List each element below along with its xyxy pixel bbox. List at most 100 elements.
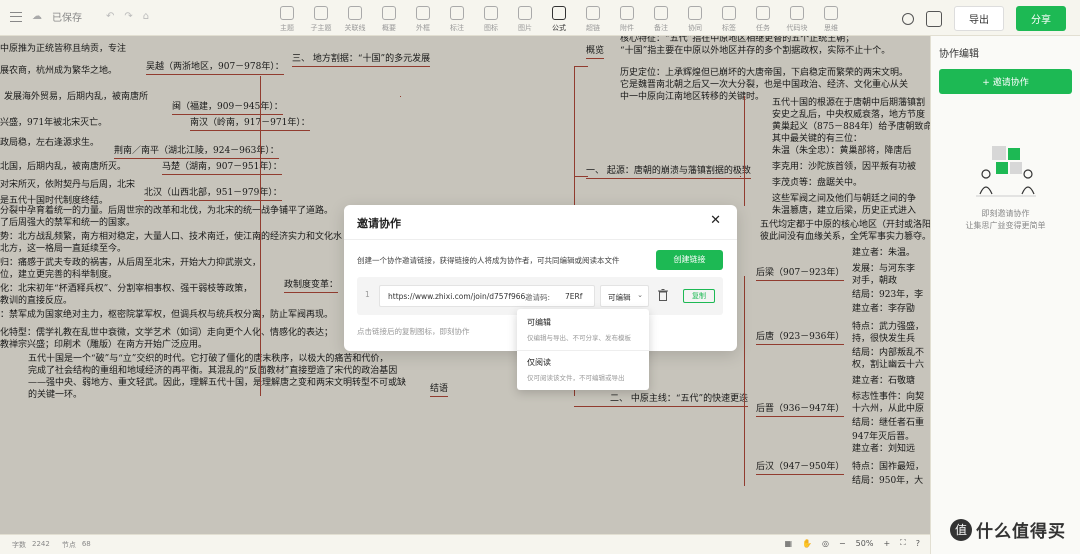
insert-tools: 主题 子主题 关联线 概要 外框 标注 图标 图片 公式 超链 附件 备注 协同 标签 任务 代码块 思维 — [270, 4, 848, 33]
tool-13[interactable]: 标签 — [712, 4, 746, 33]
watermark-logo: 值 — [950, 518, 972, 541]
save-status: 已保存 — [52, 13, 82, 24]
tool-5[interactable]: 标注 — [440, 4, 474, 33]
tool-icon — [484, 6, 498, 20]
option-desc: 仅编辑与导出、不可分享、发布模板 — [527, 334, 631, 342]
option-editable[interactable]: 可编辑 仅编辑与导出、不可分享、发布模板 — [517, 317, 649, 342]
collaborators-icon[interactable] — [902, 12, 914, 25]
panel-title: 协作编辑 — [939, 49, 979, 60]
format-painter-icon[interactable]: ⌂ — [143, 11, 149, 22]
close-icon[interactable]: ✕ — [710, 213, 721, 228]
tool-icon — [756, 6, 770, 20]
tool-icon — [552, 6, 566, 20]
copy-button[interactable]: 复制 — [683, 289, 715, 303]
cloud-icon: ☁ — [32, 11, 42, 22]
tool-12[interactable]: 协同 — [678, 4, 712, 33]
tool-label: 标签 — [722, 24, 736, 32]
node-count: 68 — [81, 540, 91, 548]
hand-icon[interactable]: ✋ — [802, 539, 812, 548]
fullscreen-icon[interactable]: ⛶ — [900, 538, 906, 548]
status-bar: 字数 2242 节点 68 ▦ ✋ ◎ − 50% + ⛶ ? — [0, 534, 930, 554]
tool-16[interactable]: 思维 — [814, 4, 848, 33]
tool-10[interactable]: 附件 — [610, 4, 644, 33]
share-button[interactable]: 分享 — [1016, 6, 1066, 31]
option-name: 仅阅读 — [527, 358, 551, 367]
tool-4[interactable]: 外框 — [406, 4, 440, 33]
trash-icon[interactable] — [658, 289, 668, 301]
node-count-label: 节点 — [61, 541, 76, 549]
tool-label: 主题 — [280, 24, 294, 32]
empty-line-1: 即刻邀请协作 — [981, 209, 1030, 218]
tool-label: 代码块 — [786, 24, 808, 32]
modal-description: 创建一个协作邀请链接，获得链接的人将成为协作者，可共同编辑或阅读本文件 — [357, 256, 620, 265]
zoom-out-icon[interactable]: − — [839, 539, 846, 548]
menu-icon[interactable] — [10, 11, 22, 22]
toolbar-left: ☁ 已保存 ↶ ↷ ⌂ — [10, 9, 149, 24]
tool-0[interactable]: 主题 — [270, 4, 304, 33]
permission-select[interactable]: 可编辑 ⌄ — [600, 285, 649, 307]
tool-label: 图片 — [518, 24, 532, 32]
tool-11[interactable]: 备注 — [644, 4, 678, 33]
tool-label: 子主题 — [310, 24, 332, 32]
invite-link-field[interactable]: https://www.zhixi.com/join/d757f966 邀请码:… — [379, 285, 595, 307]
tool-label: 外框 — [416, 24, 430, 32]
redo-icon[interactable]: ↷ — [124, 11, 132, 22]
tool-icon — [586, 6, 600, 20]
empty-illustration — [974, 144, 1038, 198]
tool-icon — [314, 6, 328, 20]
link-index: 1 — [365, 290, 370, 299]
grid-icon[interactable]: ▦ — [784, 539, 792, 548]
permission-dropdown: 可编辑 仅编辑与导出、不可分享、发布模板 仅阅读 仅可阅读该文件，不可编辑或导出 — [517, 309, 649, 390]
tool-icon — [280, 6, 294, 20]
export-button[interactable]: 导出 — [954, 6, 1004, 31]
invite-collab-button[interactable]: + 邀请协作 — [939, 69, 1072, 94]
tool-label: 标注 — [450, 24, 464, 32]
tool-icon — [416, 6, 430, 20]
tool-2[interactable]: 关联线 — [338, 4, 372, 33]
site-watermark: 值 什么值得买 — [950, 517, 1066, 542]
tool-icon — [654, 6, 668, 20]
zoom-level: 50% — [855, 538, 874, 548]
undo-icon[interactable]: ↶ — [106, 11, 114, 22]
zoom-in-icon[interactable]: + — [883, 539, 890, 548]
word-count-label: 字数 — [12, 541, 26, 549]
tool-label: 任务 — [756, 24, 770, 32]
tool-3[interactable]: 概要 — [372, 4, 406, 33]
tool-icon — [620, 6, 634, 20]
tool-7[interactable]: 图片 — [508, 4, 542, 33]
create-link-button[interactable]: 创建链接 — [656, 250, 723, 270]
tool-icon — [518, 6, 532, 20]
tool-label: 附件 — [620, 24, 634, 32]
tool-15[interactable]: 代码块 — [780, 4, 814, 33]
chevron-down-icon: ⌄ — [637, 291, 643, 299]
modal-title: 邀请协作 — [357, 217, 401, 230]
dropdown-divider — [517, 350, 649, 351]
tool-label: 备注 — [654, 24, 668, 32]
tool-label: 超链 — [586, 24, 600, 32]
tool-14[interactable]: 任务 — [746, 4, 780, 33]
tool-icon — [824, 6, 838, 20]
empty-line-2: 让集思广益变得更简单 — [965, 221, 1046, 230]
tool-label: 关联线 — [344, 24, 366, 32]
tool-1[interactable]: 子主题 — [304, 4, 338, 33]
modal-divider — [344, 239, 737, 240]
modal-note: 点击链接后的复制图标，即刻协作 — [357, 327, 470, 336]
help-icon[interactable]: ? — [916, 539, 920, 548]
tool-6[interactable]: 图标 — [474, 4, 508, 33]
tool-label: 概要 — [382, 24, 396, 32]
tool-icon — [790, 6, 804, 20]
invite-code-label: 邀请码: — [525, 293, 551, 302]
tool-icon — [450, 6, 464, 20]
tool-icon — [722, 6, 736, 20]
invite-code: 7ERf — [565, 292, 583, 301]
tool-icon — [688, 6, 702, 20]
present-icon[interactable] — [926, 10, 942, 27]
locate-icon[interactable]: ◎ — [822, 539, 829, 548]
tool-label: 思维 — [824, 24, 838, 32]
option-name: 可编辑 — [527, 318, 551, 327]
permission-value: 可编辑 — [608, 293, 631, 302]
tool-9[interactable]: 超链 — [576, 4, 610, 33]
tool-8[interactable]: 公式 — [542, 4, 576, 33]
option-desc: 仅可阅读该文件，不可编辑或导出 — [527, 374, 625, 382]
option-readonly[interactable]: 仅阅读 仅可阅读该文件，不可编辑或导出 — [517, 357, 649, 382]
